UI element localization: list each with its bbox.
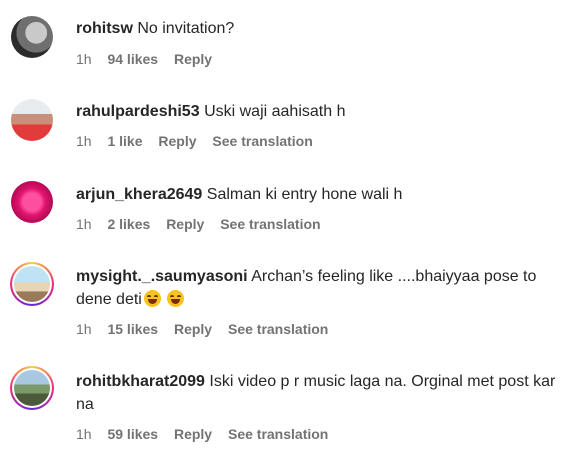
reply-button[interactable]: Reply [158,133,196,149]
comment-meta: 1h 59 likes Reply See translation [76,426,340,442]
comment-meta: 1h 2 likes Reply See translation [76,216,333,232]
comment-meta: 1h 1 like Reply See translation [76,133,325,149]
comment-likes[interactable]: 94 likes [107,51,158,67]
comment-time[interactable]: 1h [76,426,92,442]
comment-time[interactable]: 1h [76,51,92,67]
reply-button[interactable]: Reply [166,216,204,232]
comment-meta: 1h 94 likes Reply [76,51,224,67]
reply-button[interactable]: Reply [174,321,212,337]
comment-likes[interactable]: 15 likes [107,321,158,337]
comment-time[interactable]: 1h [76,321,92,337]
face-with-tears-of-joy-icon [143,290,161,307]
comment-likes[interactable]: 1 like [107,133,142,149]
reply-button[interactable]: Reply [174,51,212,67]
comment-body: Uski waji aahisath h [204,103,346,120]
comment-likes[interactable]: 59 likes [107,426,158,442]
comment-text-block: mysight._.saumyasoni Archan’s feeling li… [76,265,556,311]
face-with-tears-of-joy-icon [167,290,185,307]
comment-username[interactable]: rahulpardeshi53 [76,103,200,120]
avatar[interactable] [11,16,53,58]
see-translation-button[interactable]: See translation [220,216,320,232]
comment-username[interactable]: mysight._.saumyasoni [76,268,248,285]
comment-time[interactable]: 1h [76,133,92,149]
comment-likes[interactable]: 2 likes [107,216,150,232]
see-translation-button[interactable]: See translation [212,133,312,149]
reply-button[interactable]: Reply [174,426,212,442]
comment-username[interactable]: rohitsw [76,20,133,37]
avatar-ring-inner [12,368,52,408]
comment-text-block: rahulpardeshi53 Uski waji aahisath h [76,100,556,123]
comment-time[interactable]: 1h [76,216,92,232]
avatar-image [14,266,50,302]
comment-text-block: rohitbkharat2099 Iski video p r music la… [76,370,556,416]
avatar[interactable] [10,366,54,410]
comment-meta: 1h 15 likes Reply See translation [76,321,340,337]
see-translation-button[interactable]: See translation [228,426,328,442]
avatar-image [14,370,50,406]
comment-text-block: rohitsw No invitation? [76,17,556,40]
see-translation-button[interactable]: See translation [228,321,328,337]
avatar[interactable] [11,181,53,223]
comment-body: No invitation? [137,20,235,37]
comment-username[interactable]: rohitbkharat2099 [76,373,205,390]
avatar[interactable] [10,262,54,306]
comment-text-block: arjun_khera2649 Salman ki entry hone wal… [76,183,556,206]
comment-body: Salman ki entry hone wali h [206,186,403,203]
avatar[interactable] [11,99,53,141]
comment-username[interactable]: arjun_khera2649 [76,186,202,203]
avatar-ring-inner [12,264,52,304]
